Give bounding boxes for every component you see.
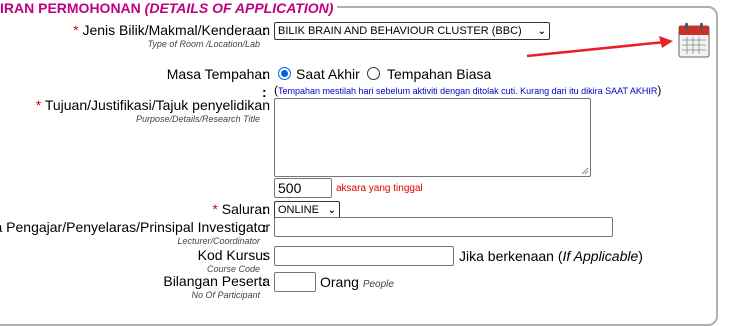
participants-label: Bilangan Peserta bbox=[163, 273, 270, 289]
course-code-hint-close: ) bbox=[638, 248, 643, 264]
colon: : bbox=[262, 201, 267, 217]
participants-input[interactable] bbox=[274, 272, 316, 292]
booking-last-minute-radio[interactable] bbox=[278, 67, 291, 80]
colon: : bbox=[262, 22, 267, 38]
purpose-label: * Tujuan/Justifikasi/Tajuk penyelidikan bbox=[36, 97, 270, 113]
colon: : bbox=[262, 66, 267, 82]
lecturer-input[interactable] bbox=[274, 217, 613, 237]
purpose-label-text: Tujuan/Justifikasi/Tajuk penyelidikan bbox=[44, 97, 270, 113]
participants-unit-text: Orang bbox=[320, 274, 359, 290]
booking-normal-label: Tempahan Biasa bbox=[387, 66, 492, 82]
booking-last-minute-label: Saat Akhir bbox=[296, 66, 360, 82]
purpose-textarea[interactable] bbox=[274, 98, 591, 177]
channel-value: ONLINE bbox=[278, 204, 319, 216]
required-mark: * bbox=[73, 22, 79, 38]
course-code-input[interactable] bbox=[274, 246, 454, 266]
booking-note-text: Tempahan mestilah hari sebelum aktiviti … bbox=[278, 86, 658, 96]
colon: : bbox=[262, 84, 267, 100]
room-type-label: * Jenis Bilik/Makmal/Kenderaan bbox=[73, 22, 270, 38]
required-mark: * bbox=[35, 97, 42, 113]
colon: : bbox=[262, 273, 267, 289]
participants-unit-en: People bbox=[362, 279, 394, 290]
course-code-hint-en: If Applicable bbox=[562, 248, 639, 264]
resize-handle-icon[interactable] bbox=[581, 167, 589, 175]
room-type-value: BILIK BRAIN AND BEHAVIOUR CLUSTER (BBC) bbox=[278, 25, 522, 37]
course-code-label: Kod Kursus bbox=[197, 247, 270, 263]
room-type-sublabel: Type of Room /Location/Lab bbox=[147, 39, 260, 49]
section-title-ms: IRAN PERMOHONAN bbox=[0, 0, 141, 16]
note-close-paren: ) bbox=[657, 83, 662, 97]
purpose-sublabel: Purpose/Details/Research Title bbox=[136, 114, 260, 124]
course-code-hint: Jika berkenaan (If Applicable) bbox=[459, 248, 643, 264]
section-title-en: (DETAILS OF APPLICATION) bbox=[144, 0, 334, 16]
lecturer-label: a Pengajar/Penyelaras/Prinsipal Investig… bbox=[0, 219, 270, 235]
booking-time-label: Masa Tempahan bbox=[166, 66, 270, 82]
room-type-select[interactable]: BILIK BRAIN AND BEHAVIOUR CLUSTER (BBC) … bbox=[274, 22, 550, 40]
colon: : bbox=[262, 247, 267, 263]
red-arrow-icon bbox=[526, 36, 673, 58]
booking-normal-radio[interactable] bbox=[367, 67, 380, 80]
lecturer-sublabel: Lecturer/Coordinator bbox=[177, 236, 260, 246]
chars-remaining-counter: 500 bbox=[274, 178, 332, 198]
course-code-hint-text: Jika berkenaan ( bbox=[459, 248, 563, 264]
participants-sublabel: No Of Participant bbox=[191, 290, 260, 300]
required-mark: * bbox=[212, 201, 218, 217]
chars-remaining-label: aksara yang tinggal bbox=[336, 183, 423, 194]
calendar-icon[interactable] bbox=[678, 22, 710, 58]
participants-unit: Orang People bbox=[320, 274, 394, 293]
colon: : bbox=[262, 219, 267, 235]
section-title: IRAN PERMOHONAN (DETAILS OF APPLICATION) bbox=[0, 0, 338, 16]
booking-note: (Tempahan mestilah hari sebelum aktiviti… bbox=[274, 84, 661, 97]
room-type-label-text: Jenis Bilik/Makmal/Kenderaan bbox=[82, 22, 270, 38]
